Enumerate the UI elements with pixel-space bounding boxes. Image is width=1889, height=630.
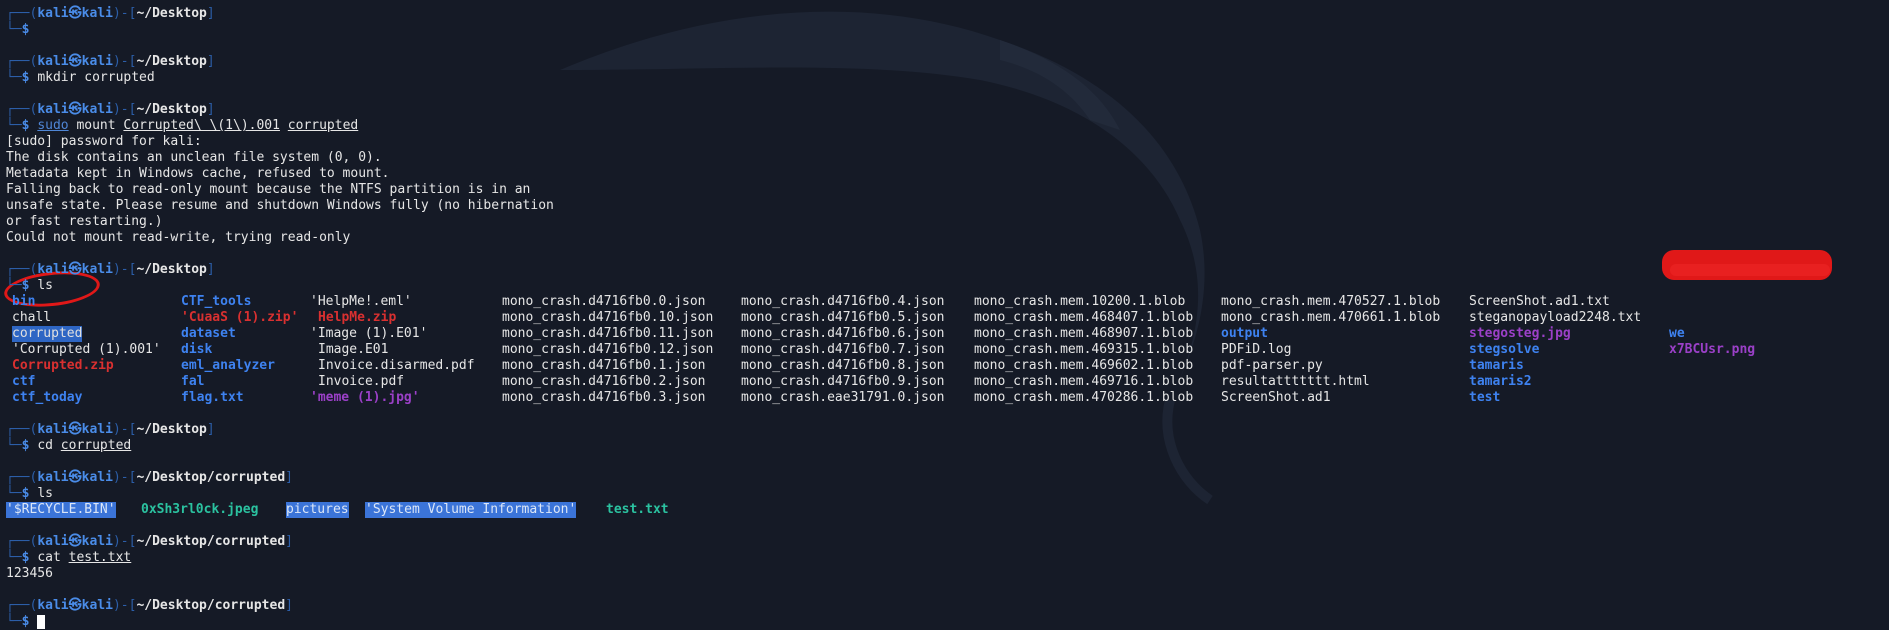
text-cursor — [37, 614, 46, 629]
file-entry: mono_crash.d4716fb0.6.json — [741, 326, 945, 341]
file-entry: output — [1221, 326, 1268, 341]
command-line: └─$ sudo mount Corrupted\ \(1\).001 corr… — [6, 118, 359, 133]
file-entry: corrupted — [12, 326, 83, 342]
file-entry: Invoice.pdf — [318, 374, 405, 389]
file-entry: flag.txt — [181, 390, 244, 405]
ls-row: bin CTF_tools 'HelpMe!.eml' mono_crash.d… — [6, 294, 1889, 310]
file-entry: stegosteg.jpg — [1469, 326, 1571, 341]
prompt-header: ┌──(kali㉿kali)-[~/Desktop] — [6, 6, 215, 21]
file-entry: fal — [181, 374, 205, 389]
file-entry: mono_crash.d4716fb0.7.json — [741, 342, 945, 357]
output-line: 123456 — [6, 566, 53, 581]
file-entry: mono_crash.mem.470527.1.blob — [1221, 294, 1441, 309]
file-entry: ctf — [12, 374, 36, 389]
file-entry: tamaris — [1469, 358, 1524, 373]
file-entry: eml_analyzer — [181, 358, 275, 373]
file-entry: mono_crash.d4716fb0.1.json — [502, 358, 706, 373]
file-entry: mono_crash.mem.470286.1.blob — [974, 390, 1194, 405]
file-entry: mono_crash.d4716fb0.5.json — [741, 310, 945, 325]
file-entry: 0xSh3rl0ck.jpeg — [141, 502, 259, 517]
active-prompt[interactable]: └─$ — [6, 614, 1889, 630]
file-entry: mono_crash.mem.468407.1.blob — [974, 310, 1194, 325]
file-entry: chall — [12, 310, 52, 325]
file-entry: mono_crash.mem.468907.1.blob — [974, 326, 1194, 341]
file-entry: mono_crash.d4716fb0.3.json — [502, 390, 706, 405]
file-entry: '$RECYCLE.BIN' — [6, 502, 116, 518]
file-entry: test.txt — [606, 502, 669, 517]
ls-row: ctf fal Invoice.pdf mono_crash.d4716fb0.… — [6, 374, 1889, 390]
prompt-header: ┌──(kali㉿kali)-[~/Desktop/corrupted] — [6, 534, 293, 549]
ls-row: Corrupted.zip eml_analyzer Invoice.disar… — [6, 358, 1889, 374]
file-entry: 'System Volume Information' — [365, 502, 577, 518]
file-entry: tamaris2 — [1469, 374, 1532, 389]
file-entry: 'Image (1).E01' — [310, 326, 428, 341]
prompt-input: └─$ — [6, 22, 30, 37]
file-entry: pictures — [286, 502, 349, 518]
prompt-header: ┌──(kali㉿kali)-[~/Desktop/corrupted] — [6, 598, 293, 613]
prompt-header: ┌──(kali㉿kali)-[~/Desktop] — [6, 422, 215, 437]
file-entry: mono_crash.d4716fb0.9.json — [741, 374, 945, 389]
file-entry: we — [1669, 326, 1685, 341]
ls-row: 'Corrupted (1).001' disk Image.E01 mono_… — [6, 342, 1889, 358]
ls-row: corrupted dataset 'Image (1).E01' mono_c… — [6, 326, 1889, 342]
file-entry: 'CuaaS (1).zip' — [181, 310, 299, 325]
output-line: or fast restarting.) — [6, 214, 163, 229]
file-entry: x7BCUsr.png — [1669, 342, 1756, 357]
file-entry: stegsolve — [1469, 342, 1540, 357]
command-line: └─$ ls — [6, 278, 53, 293]
file-entry: ScreenShot.ad1 — [1221, 390, 1331, 405]
file-entry: ScreenShot.ad1.txt — [1469, 294, 1610, 309]
file-entry: CTF_tools — [181, 294, 252, 309]
file-entry: test — [1469, 390, 1501, 405]
file-entry: 'Corrupted (1).001' — [12, 342, 161, 357]
file-entry: mono_crash.d4716fb0.0.json — [502, 294, 706, 309]
file-entry: mono_crash.mem.470661.1.blob — [1221, 310, 1441, 325]
file-entry: mono_crash.d4716fb0.8.json — [741, 358, 945, 373]
file-entry: Corrupted.zip — [12, 358, 114, 373]
prompt-header: ┌──(kali㉿kali)-[~/Desktop/corrupted] — [6, 470, 293, 485]
file-entry: 'meme (1).jpg' — [310, 390, 420, 405]
prompt-header: ┌──(kali㉿kali)-[~/Desktop] — [6, 262, 215, 277]
file-entry: mono_crash.mem.469716.1.blob — [974, 374, 1194, 389]
command-line: └─$ ls — [6, 486, 53, 501]
file-entry: PDFiD.log — [1221, 342, 1292, 357]
output-line: unsafe state. Please resume and shutdown… — [6, 198, 554, 213]
file-entry: dataset — [181, 326, 236, 341]
command-line: └─$ cat test.txt — [6, 550, 132, 565]
file-entry: steganopayload2248.txt — [1469, 310, 1642, 325]
prompt-header: ┌──(kali㉿kali)-[~/Desktop] — [6, 102, 215, 117]
output-line: Falling back to read-only mount because … — [6, 182, 531, 197]
file-entry: mono_crash.d4716fb0.10.json — [502, 310, 714, 325]
file-entry: resultattttttt.html — [1221, 374, 1370, 389]
ls-row: chall 'CuaaS (1).zip' HelpMe.zip mono_cr… — [6, 310, 1889, 326]
file-entry: mono_crash.d4716fb0.12.json — [502, 342, 714, 357]
file-entry: mono_crash.mem.469602.1.blob — [974, 358, 1194, 373]
file-entry: pdf-parser.py — [1221, 358, 1323, 373]
file-entry: mono_crash.mem.469315.1.blob — [974, 342, 1194, 357]
file-entry: mono_crash.d4716fb0.4.json — [741, 294, 945, 309]
file-entry: ctf_today — [12, 390, 83, 405]
output-line: [sudo] password for kali: — [6, 134, 202, 149]
file-entry: HelpMe.zip — [318, 310, 397, 325]
command-line: └─$ mkdir corrupted — [6, 70, 155, 85]
output-line: Could not mount read-write, trying read-… — [6, 230, 351, 245]
output-line: The disk contains an unclean file system… — [6, 150, 382, 165]
file-entry: mono_crash.d4716fb0.2.json — [502, 374, 706, 389]
file-entry: bin — [12, 294, 36, 309]
file-entry: mono_crash.d4716fb0.11.json — [502, 326, 714, 341]
file-entry: Image.E01 — [318, 342, 389, 357]
file-entry: Invoice.disarmed.pdf — [318, 358, 475, 373]
output-line: Metadata kept in Windows cache, refused … — [6, 166, 390, 181]
file-entry: 'HelpMe!.eml' — [310, 294, 412, 309]
file-entry: mono_crash.eae31791.0.json — [741, 390, 945, 405]
file-entry: mono_crash.mem.10200.1.blob — [974, 294, 1186, 309]
terminal-output[interactable]: ┌──(kali㉿kali)-[~/Desktop] └─$ ┌──(kali㉿… — [6, 6, 1889, 630]
ls-row: '$RECYCLE.BIN' 0xSh3rl0ck.jpeg pictures … — [6, 502, 1889, 518]
ls-row: ctf_today flag.txt 'meme (1).jpg' mono_c… — [6, 390, 1889, 406]
command-line: └─$ cd corrupted — [6, 438, 132, 453]
file-entry: disk — [181, 342, 213, 357]
prompt-header: ┌──(kali㉿kali)-[~/Desktop] — [6, 54, 215, 69]
